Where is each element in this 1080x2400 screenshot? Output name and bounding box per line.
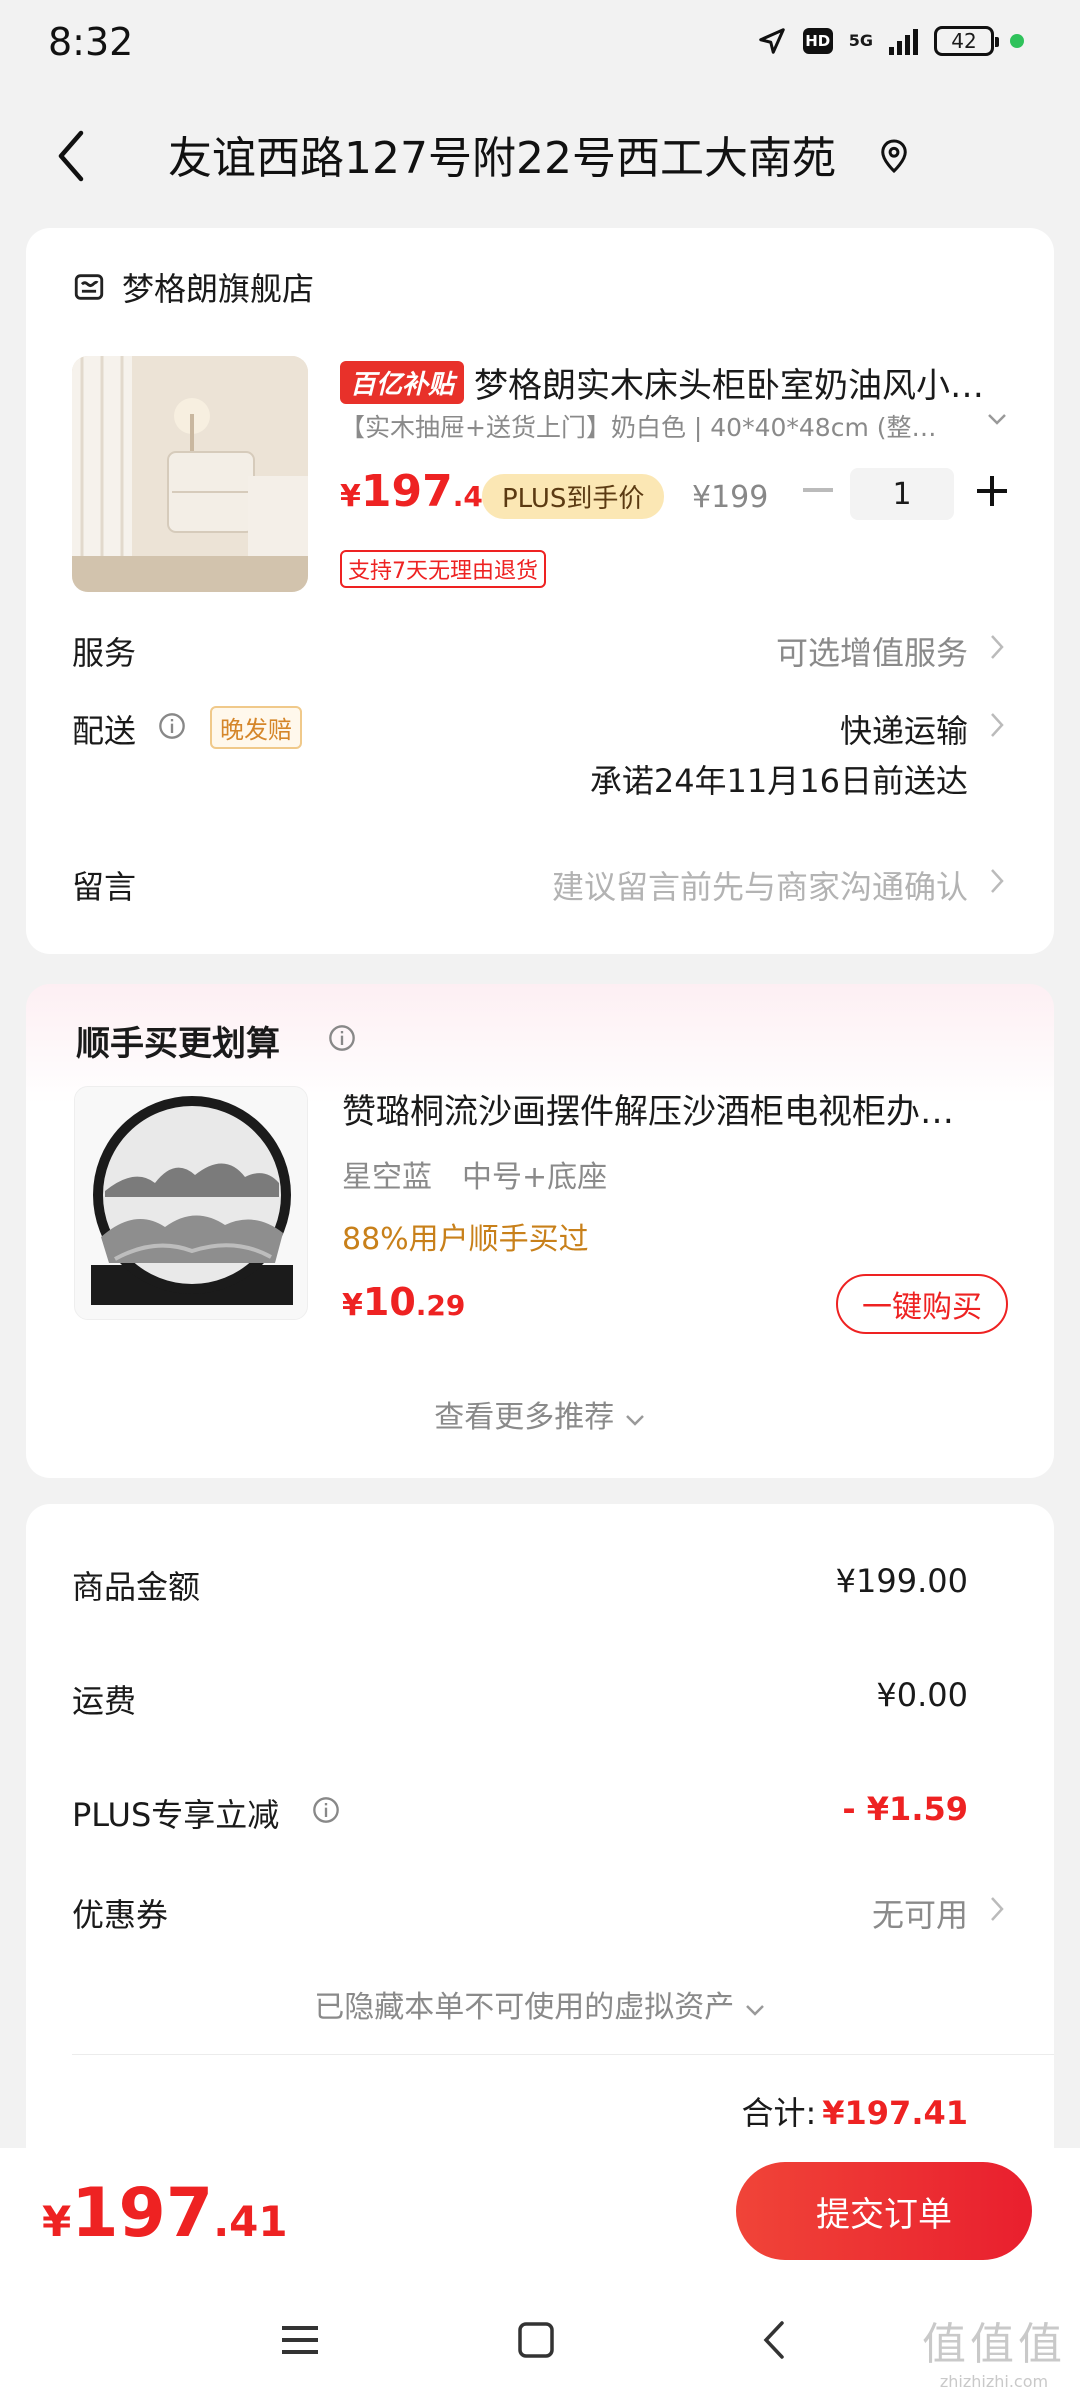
back-triangle-icon [763,2321,784,2359]
total-row: 合计: ¥197.41 [741,2088,968,2134]
shop-header[interactable]: 梦格朗旗舰店 [72,264,314,310]
late-compensation-tag: 晚发赔 [210,706,302,749]
location-arrow-icon [757,26,787,56]
quantity-value[interactable]: 1 [850,468,954,520]
message-label: 留言 [72,868,137,906]
watermark-site: zhizhizhi.com [939,2372,1049,2391]
chevron-down-icon [625,1415,644,1426]
checkout-price: ¥ 197 .41 [42,2174,288,2253]
status-time: 8:32 [48,20,134,64]
price-integer: 10 [362,1280,416,1324]
delivery-label: 配送 [72,712,137,750]
delivery-method[interactable]: 快递运输 [840,706,968,752]
price-symbol: ¥ [342,1288,363,1323]
subsidy-badge: 百亿补贴 [340,361,465,404]
product-image[interactable] [72,356,308,592]
delivery-promise: 承诺24年11月16日前送达 [589,762,968,800]
delivery-address[interactable]: 友谊西路127号附22号西工大南苑 [168,122,836,186]
chevron-down-icon[interactable] [986,412,1008,426]
goods-amount-value: ¥199.00 [835,1562,968,1600]
info-icon[interactable] [312,1796,340,1824]
goods-amount-label: 商品金额 [72,1568,201,1606]
chevron-right-icon[interactable] [984,1894,1008,1924]
shipping-label: 运费 [72,1682,137,1720]
checkout-bar: ¥ 197 .41 提交订单 [0,2148,1080,2282]
system-nav-bar: 值值值 zhizhizhi.com [0,2282,1080,2400]
signal-icon [889,27,918,55]
hidden-assets-toggle[interactable]: 已隐藏本单不可使用的虚拟资产 [26,1982,1054,2026]
product-spec[interactable]: 【实木抽屉+送货上门】奶白色 | 40*40*48cm (整… [340,408,980,444]
recommend-card: 顺手买更划算 赞璐桐流沙画摆件解压沙酒柜电视柜办… 星空蓝 中号+底座 88%用… [26,984,1054,1478]
battery-level: 42 [951,29,977,53]
price-decimal: .29 [415,1289,466,1322]
minus-icon [803,488,833,492]
coupon-value[interactable]: 无可用 [872,1890,968,1936]
product-price: ¥ 197 .41 [340,466,502,517]
nav-back-button[interactable] [744,2310,804,2370]
recommend-product-title[interactable]: 赞璐桐流沙画摆件解压沙酒柜电视柜办… [342,1084,1032,1133]
location-pin-icon[interactable] [876,138,912,174]
recommend-product-image[interactable] [74,1086,308,1320]
info-icon[interactable] [328,1024,356,1052]
watermark-logo: 值值值 [922,2319,1066,2370]
back-button[interactable] [40,120,100,192]
shop-icon [74,274,104,300]
hidden-assets-label: 已隐藏本单不可使用的虚拟资产 [314,1990,735,2025]
return-policy-tag: 支持7天无理由退货 [340,550,546,588]
chevron-right-icon[interactable] [984,710,1008,740]
status-icons: HD 5G 42 [757,26,1024,56]
product-title-row[interactable]: 百亿补贴 梦格朗实木床头柜卧室奶油风小… [340,358,1030,407]
chevron-right-icon[interactable] [984,632,1008,662]
recommend-price: ¥ 10 .29 [342,1280,465,1324]
plus-discount-label: PLUS专享立减 [72,1796,280,1834]
order-item-card: 梦格朗旗舰店 百亿补贴 梦格朗实木床头柜卧室奶油风小… 【实木抽屉+送货上门】奶… [26,228,1054,954]
coupon-label: 优惠券 [72,1896,169,1934]
recommend-spec-color: 星空蓝 [342,1160,432,1195]
price-symbol: ¥ [42,2197,72,2246]
recommend-product-spec: 星空蓝 中号+底座 [342,1152,607,1196]
service-label: 服务 [72,634,137,672]
recommend-spec-size: 中号+底座 [462,1160,608,1195]
home-square-icon [518,2322,554,2358]
product-title: 梦格朗实木床头柜卧室奶油风小… [474,366,985,406]
chevron-right-icon[interactable] [984,866,1008,896]
price-summary-card: 商品金额 ¥199.00 运费 ¥0.00 PLUS专享立减 - ¥1.59 优… [26,1504,1054,2150]
total-value: ¥197.41 [822,2094,968,2132]
quantity-decrease-button[interactable] [796,466,840,516]
quantity-increase-button[interactable] [970,466,1014,516]
recommend-stat: 88%用户顺手买过 [342,1222,589,1257]
service-value[interactable]: 可选增值服务 [776,628,968,674]
chevron-left-icon [58,130,84,182]
original-price: ¥199 [692,480,769,515]
info-icon[interactable] [158,712,186,740]
plus-discount-value: - ¥1.59 [842,1790,968,1828]
see-more-recommendations[interactable]: 查看更多推荐 [26,1392,1054,1436]
nav-menu-button[interactable] [270,2310,330,2370]
shipping-value: ¥0.00 [876,1676,968,1714]
status-bar: 8:32 HD 5G 42 [0,0,1080,92]
battery-icon: 42 [934,26,999,56]
watermark: 值值值 zhizhizhi.com [922,2308,1066,2391]
submit-order-button[interactable]: 提交订单 [736,2162,1032,2260]
hd-badge: HD [802,28,833,54]
price-symbol: ¥ [340,479,361,514]
network-type: 5G [848,31,873,50]
shop-name: 梦格朗旗舰店 [122,270,315,308]
total-label: 合计: [741,2094,817,2132]
one-click-buy-button[interactable]: 一键购买 [836,1274,1008,1334]
price-integer: 197 [360,466,453,517]
divider [72,2054,1054,2055]
nav-home-button[interactable] [506,2310,566,2370]
recommend-title: 顺手买更划算 [76,1024,280,1064]
plus-icon [977,476,1007,506]
see-more-label: 查看更多推荐 [434,1400,615,1435]
message-input[interactable]: 建议留言前先与商家沟通确认 [552,862,968,908]
price-decimal: .41 [213,2197,288,2246]
menu-icon [282,2326,318,2354]
chevron-down-icon [745,2005,764,2016]
privacy-indicator-icon [1010,34,1024,48]
price-integer: 197 [71,2174,214,2253]
plus-price-badge: PLUS到手价 [482,474,665,519]
header: 友谊西路127号附22号西工大南苑 [0,92,1080,220]
